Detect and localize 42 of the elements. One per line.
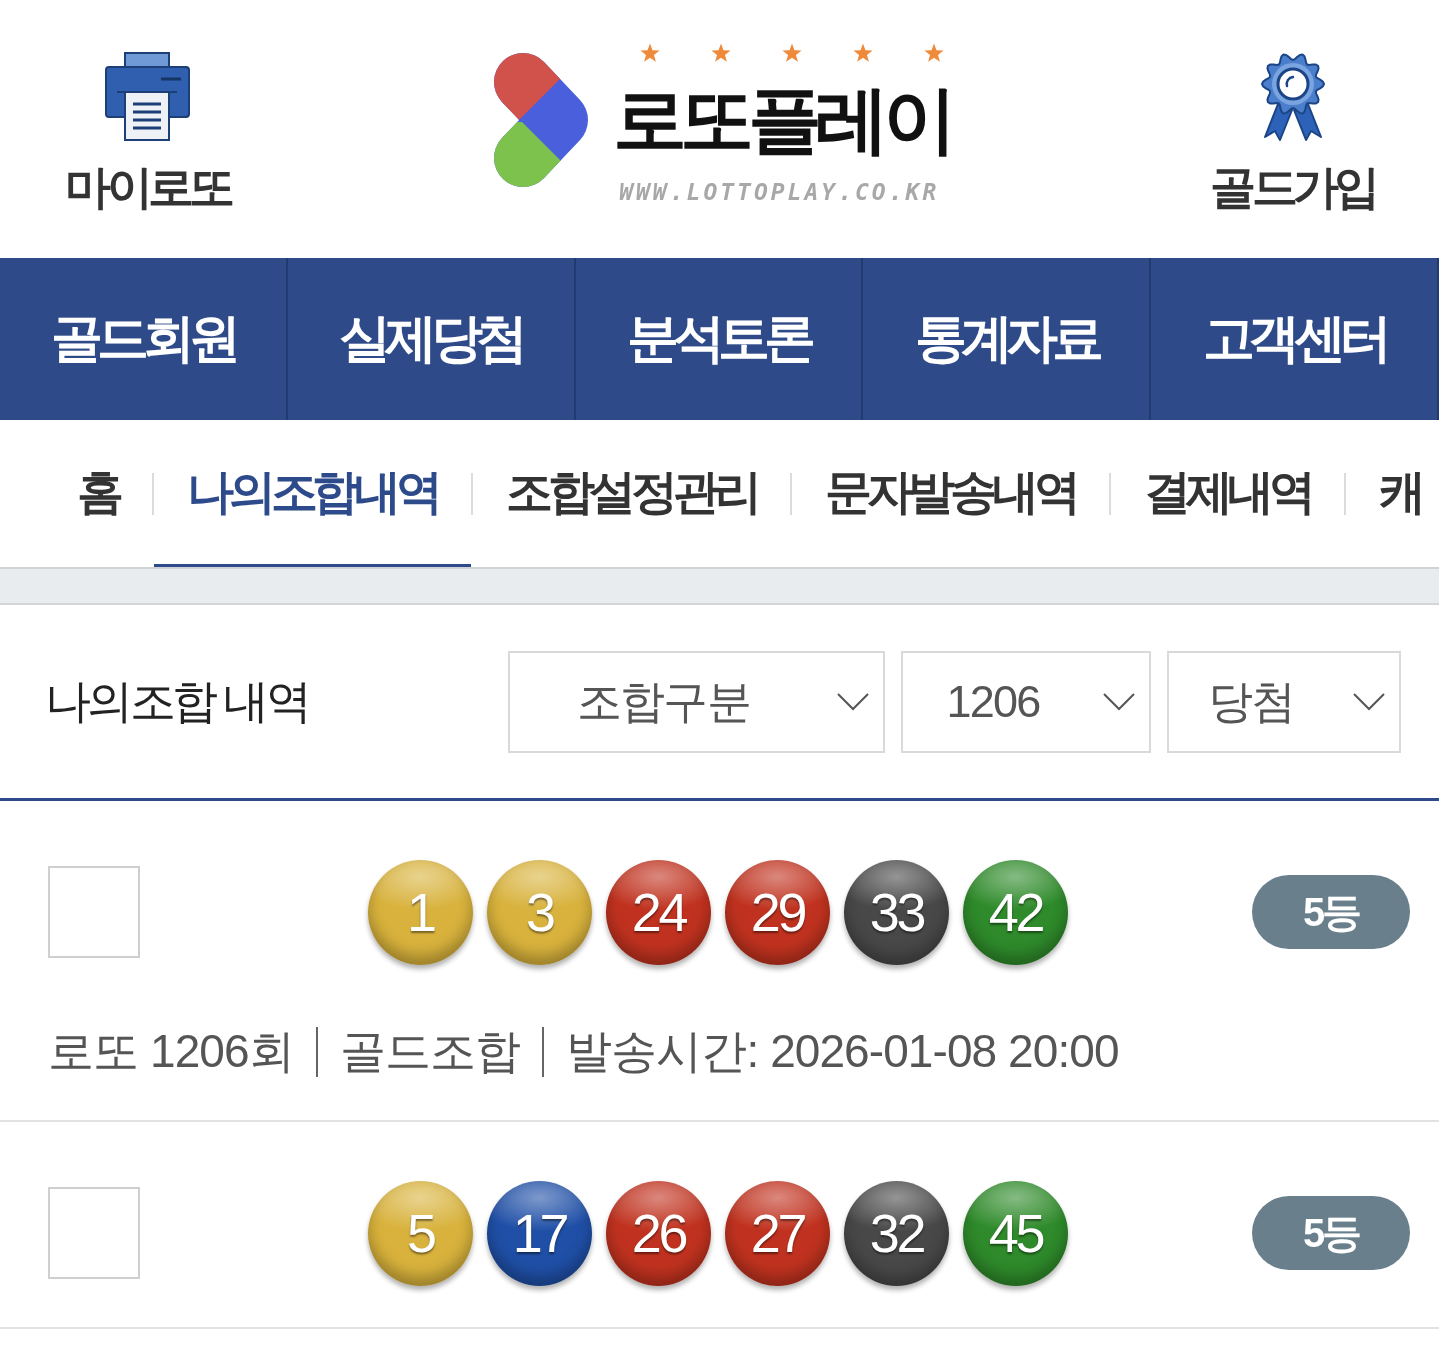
rosette-icon [1258, 52, 1328, 142]
rank-badge: 5등 [1252, 875, 1410, 949]
star-icon [924, 43, 945, 63]
star-icon [782, 43, 803, 63]
number-ball: 1 [368, 859, 473, 965]
number-ball: 27 [725, 1180, 830, 1286]
dropdown[interactable]: 1206 [901, 650, 1151, 753]
sub-tab[interactable]: 결제내역 [1110, 420, 1345, 567]
logo-url: WWW.LOTTOPLAY.CO.KR [618, 179, 940, 205]
dropdown[interactable]: 당첨 [1167, 650, 1401, 753]
sub-tab[interactable]: 캐 [1346, 420, 1421, 567]
star-icon [853, 43, 874, 63]
sub-tab[interactable]: 조합설정관리 [472, 420, 790, 567]
checkbox[interactable] [48, 1187, 140, 1279]
number-ball: 24 [606, 859, 711, 965]
logo-title: 로또플레이 [613, 83, 950, 157]
sub-tab[interactable]: 문자발송내역 [791, 420, 1109, 567]
round-label: 로또 1206회 [48, 1024, 294, 1079]
star-icon [640, 43, 661, 63]
section-title: 나의조합 내역 [45, 673, 309, 729]
sub-tab[interactable]: 홈 [44, 420, 152, 567]
number-ball: 5 [368, 1180, 473, 1286]
number-ball: 29 [725, 859, 830, 965]
combo-type-label: 골드조합 [339, 1024, 521, 1079]
chevron-down-icon [1103, 692, 1135, 711]
dropdown[interactable]: 조합구분 [508, 650, 885, 753]
number-ball: 32 [844, 1180, 949, 1286]
number-ball: 45 [963, 1180, 1068, 1286]
chevron-down-icon [837, 692, 869, 711]
number-ball: 42 [963, 859, 1068, 965]
number-ball: 33 [844, 859, 949, 965]
send-time-label: 발송시간: 2026-01-08 20:00 [566, 1024, 1119, 1079]
number-ball: 26 [606, 1180, 711, 1286]
my-lotto-link[interactable]: 마이로또 [65, 52, 231, 210]
rank-badge: 5등 [1252, 1196, 1410, 1270]
number-ball: 17 [487, 1180, 592, 1286]
number-ball: 3 [487, 859, 592, 965]
printer-icon [105, 52, 191, 142]
chevron-down-icon [1353, 692, 1385, 711]
checkbox[interactable] [48, 866, 140, 958]
membership-join-link[interactable]: 골드가입 [1210, 52, 1376, 210]
star-icon [711, 43, 732, 63]
